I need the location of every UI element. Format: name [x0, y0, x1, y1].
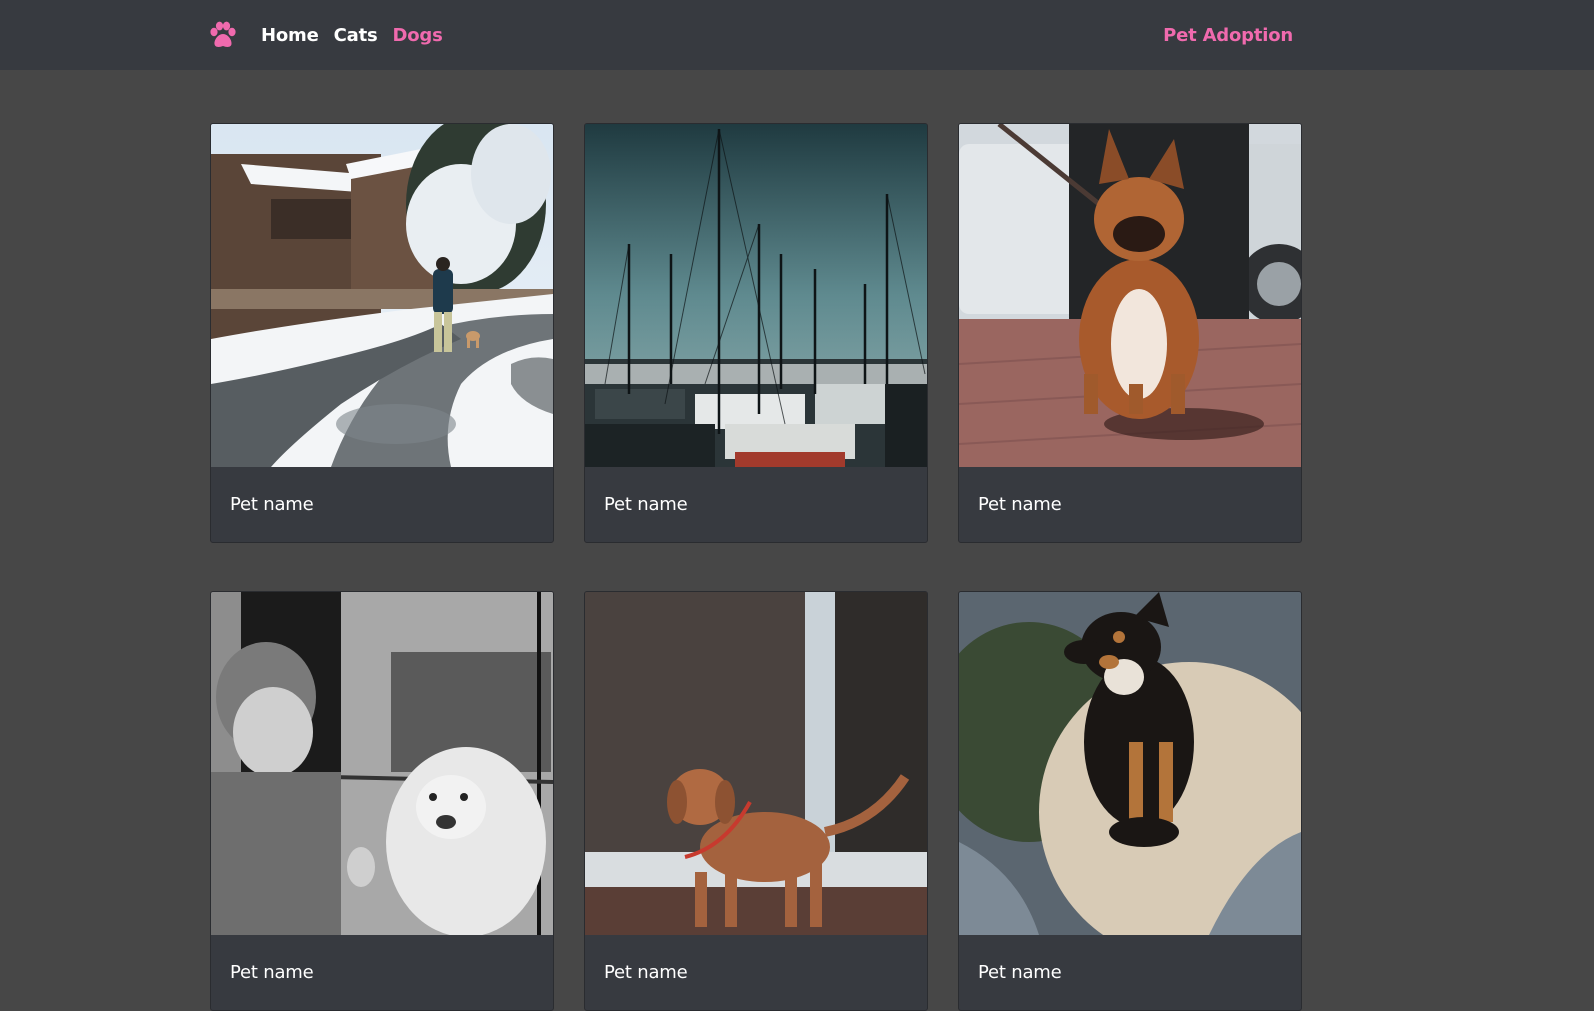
card-body: Pet name [959, 467, 1301, 542]
pet-card[interactable]: Pet name [584, 591, 928, 1011]
pet-name[interactable]: Pet name [230, 494, 314, 515]
pet-card[interactable]: Pet name [210, 591, 554, 1011]
card-body: Pet name [211, 467, 553, 542]
pet-photo[interactable] [959, 124, 1301, 467]
pet-card[interactable]: Pet name [584, 123, 928, 543]
pet-grid: Pet name Pet name Pet name Pet name Pet … [210, 123, 1302, 1011]
pet-card[interactable]: Pet name [958, 591, 1302, 1011]
card-body: Pet name [585, 935, 927, 1010]
pet-name[interactable]: Pet name [978, 962, 1062, 983]
pet-photo[interactable] [211, 124, 553, 467]
pet-photo[interactable] [585, 592, 927, 935]
pet-name[interactable]: Pet name [604, 494, 688, 515]
pet-photo[interactable] [959, 592, 1301, 935]
nav-links: Home Cats Dogs [261, 0, 443, 70]
paw-icon[interactable] [208, 21, 238, 49]
card-body: Pet name [585, 467, 927, 542]
pet-name[interactable]: Pet name [230, 962, 314, 983]
pet-name[interactable]: Pet name [604, 962, 688, 983]
nav-link-home[interactable]: Home [261, 25, 319, 46]
site-title[interactable]: Pet Adoption [1163, 0, 1293, 70]
pet-card[interactable]: Pet name [210, 123, 554, 543]
card-body: Pet name [959, 935, 1301, 1010]
card-body: Pet name [211, 935, 553, 1010]
pet-name[interactable]: Pet name [978, 494, 1062, 515]
nav-link-cats[interactable]: Cats [334, 25, 378, 46]
pet-card[interactable]: Pet name [958, 123, 1302, 543]
nav-link-dogs[interactable]: Dogs [392, 25, 442, 46]
navbar: Home Cats Dogs Pet Adoption [0, 0, 1594, 70]
navbar-inner: Home Cats Dogs Pet Adoption [208, 0, 1298, 70]
pet-photo[interactable] [211, 592, 553, 935]
pet-photo[interactable] [585, 124, 927, 467]
